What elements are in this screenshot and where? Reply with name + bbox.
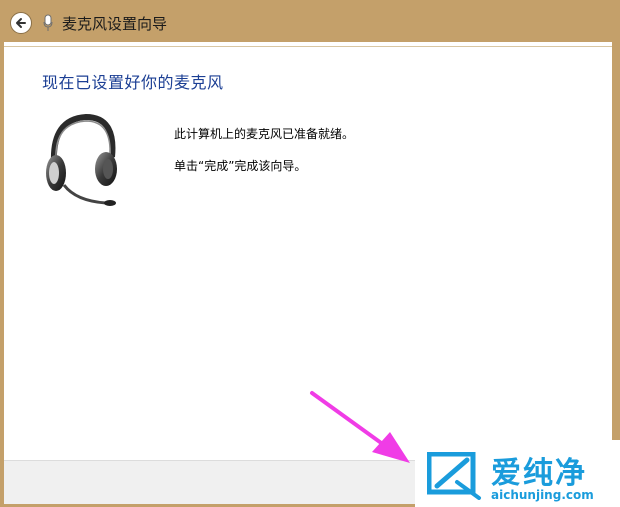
back-arrow-icon xyxy=(16,18,26,28)
watermark: 爱纯净 aichunjing.com xyxy=(415,440,620,507)
window-title: 麦克风设置向导 xyxy=(62,14,168,33)
microphone-icon xyxy=(42,14,54,32)
watermark-brand-en: aichunjing.com xyxy=(491,488,594,502)
title-bar: 麦克风设置向导 xyxy=(4,4,612,42)
wizard-window: 麦克风设置向导 现在已设置好你的麦克风 此计算机上的麦克风已准备就绪。 单击“完… xyxy=(4,4,612,504)
wizard-content: 现在已设置好你的麦克风 此计算机上的麦克风已准备就绪。 单击“完成”完成该向导。 xyxy=(4,46,612,461)
ready-message: 此计算机上的麦克风已准备就绪。 xyxy=(174,127,355,141)
back-button[interactable] xyxy=(10,12,32,34)
finish-instruction: 单击“完成”完成该向导。 xyxy=(174,159,307,173)
watermark-brand-cn: 爱纯净 xyxy=(491,456,587,491)
headset-icon xyxy=(42,111,124,207)
page-heading: 现在已设置好你的麦克风 xyxy=(42,73,224,92)
logo-icon xyxy=(426,451,483,500)
